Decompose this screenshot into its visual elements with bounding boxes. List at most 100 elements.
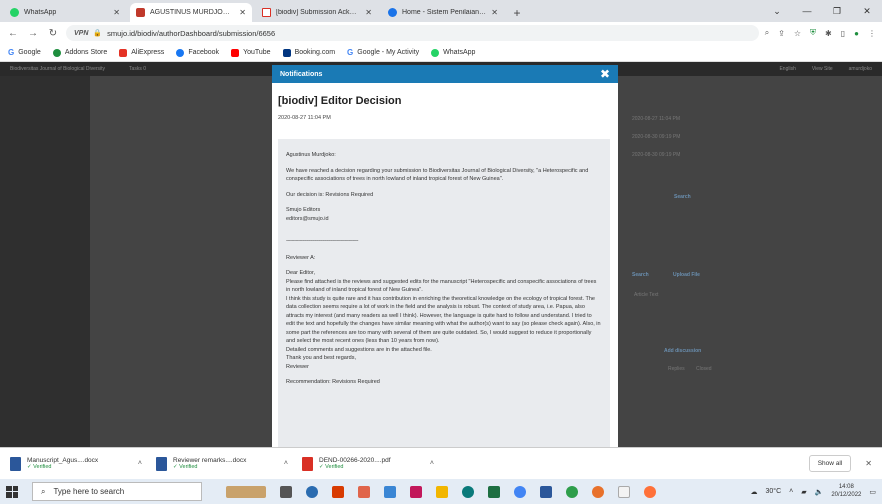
addons-icon [52,48,61,57]
recommendation: Recommendation: Revisions Required [286,379,380,386]
tab-search-icon[interactable]: ⌄ [762,0,792,22]
bookmark-label: Facebook [188,49,220,56]
tasks-label: Tasks [129,66,142,72]
app-q2-icon[interactable] [566,485,578,498]
minimize-icon[interactable]: — [792,0,822,22]
modal-header-title: Notifications [280,70,323,78]
forward-icon[interactable]: → [26,28,40,39]
close-icon[interactable]: ✕ [491,8,498,17]
taskbar-search[interactable]: ⌕ Type here to search [32,482,202,501]
facebook-icon [176,48,185,57]
file-explorer-icon[interactable] [436,485,448,498]
document-icon[interactable] [618,485,630,498]
tab-smujo[interactable]: AGUSTINUS MURDJOKO, Hetero ✕ [130,3,252,22]
excel-icon[interactable] [488,485,500,498]
modal-title: [biodiv] Editor Decision [278,95,402,107]
tab-strip: WhatsApp ✕ AGUSTINUS MURDJOKO, Hetero ✕ … [0,0,882,22]
bookmark-star-icon[interactable]: ☆ [794,29,801,38]
reload-icon[interactable]: ↻ [46,28,60,39]
maximize-icon[interactable]: ❐ [822,0,852,22]
app-orange-icon[interactable] [592,485,604,498]
close-icon[interactable]: ✕ [865,459,872,468]
clock[interactable]: 14:08 20/12/2022 [831,484,861,500]
app-q-icon[interactable] [462,485,474,498]
task-view-icon[interactable] [280,485,292,498]
chrome-icon[interactable] [514,485,526,498]
bookmark-whatsapp[interactable]: WhatsApp [431,48,475,57]
notification-icon[interactable]: ▭ [869,488,876,496]
window-controls: ⌄ — ❐ ✕ [762,0,882,22]
taskbar-apps [226,485,656,498]
news-widget-icon[interactable] [226,485,266,498]
extensions-icon[interactable]: ✱ [825,29,832,38]
review-line: I think this study is quite rare and it … [286,295,601,345]
bookmark-google[interactable]: G Google [8,48,41,57]
weather-text[interactable]: 30°C [766,488,782,495]
share-icon[interactable]: ⇪ [778,29,785,38]
shield-icon[interactable]: ⛨ [810,28,816,38]
profile-icon[interactable]: ● [854,29,859,38]
notification-modal: Notifications ✖ [biodiv] Editor Decision… [272,65,618,447]
bookmark-addons-store[interactable]: Addons Store [52,48,107,57]
review-salutation: Dear Editor, [286,270,316,277]
show-all-button[interactable]: Show all [808,455,852,472]
close-icon[interactable]: ✕ [113,8,120,17]
download-item[interactable]: DEND-00266-2020....pdf ✓ Verified ˄ [302,456,434,471]
sidepanel-icon[interactable]: ▯ [841,29,845,38]
tab-spak[interactable]: Home - Sistem Penilaian Angka ✕ [382,3,504,22]
calendar-icon[interactable] [358,485,370,498]
google-icon: G [347,48,354,57]
tab-whatsapp[interactable]: WhatsApp ✕ [4,3,126,22]
tab-gmail[interactable]: [biodiv] Submission Acknowledg ✕ [256,3,378,22]
bookmark-label: Google - My Activity [357,49,420,56]
windows-start-icon[interactable] [6,485,18,498]
download-text: Manuscript_Agus....docx ✓ Verified [27,457,98,470]
page-sidebar [0,76,90,447]
download-filename: DEND-00266-2020....pdf [319,457,391,464]
bookmark-aliexpress[interactable]: AliExpress [119,48,165,57]
app-r-icon[interactable] [306,485,318,498]
powerpoint-icon[interactable] [332,485,344,498]
network-icon[interactable]: ▰ [801,488,806,496]
address-bar[interactable]: VPN 🔒 smujo.id/biodiv/authorDashboard/su… [66,25,759,41]
user-link: amurdjoko [848,66,872,72]
bookmark-facebook[interactable]: Facebook [176,48,220,57]
download-filename: Manuscript_Agus....docx [27,457,99,464]
word-file-icon [10,456,21,471]
back-icon[interactable]: ← [6,28,20,39]
clock-date: 20/12/2022 [831,491,862,498]
firefox-icon[interactable] [644,485,656,498]
bg-search: Search [674,194,691,200]
bookmark-booking[interactable]: Booking.com [282,48,335,57]
lock-icon[interactable]: 🔒 [93,29,102,37]
download-item[interactable]: Reviewer remarks....docx ✓ Verified ˄ [156,456,288,471]
vpn-badge[interactable]: VPN [74,30,88,37]
download-filename: Reviewer remarks....docx [173,457,247,464]
site-header-right: English View Site amurdjoko [779,66,872,72]
search-placeholder: Type here to search [53,487,125,496]
url-text[interactable]: smujo.id/biodiv/authorDashboard/submissi… [107,29,275,38]
close-icon[interactable]: ✕ [239,8,246,17]
zoom-icon[interactable]: ⌕ [765,28,769,38]
volume-icon[interactable]: 🔈 [815,488,824,496]
tray-chevron-icon[interactable]: ˄ [789,488,793,495]
message-body: Agustinus Murdjoko: We have reached a de… [278,139,610,447]
new-tab-button[interactable]: + [508,3,526,22]
bookmark-my-activity[interactable]: G Google - My Activity [347,48,419,57]
chevron-up-icon[interactable]: ˄ [430,460,434,467]
close-icon[interactable]: ✖ [600,67,610,81]
bookmark-label: AliExpress [131,49,165,56]
weather-icon[interactable]: ☁ [751,488,758,496]
chevron-up-icon[interactable]: ˄ [138,460,142,467]
chevron-up-icon[interactable]: ˄ [284,460,288,467]
download-item[interactable]: Manuscript_Agus....docx ✓ Verified ˄ [10,456,142,471]
decision-text: Our decision is: Revisions Required [286,191,374,198]
word-icon[interactable] [540,485,552,498]
menu-icon[interactable]: ⋮ [868,29,876,38]
media-icon[interactable] [410,485,422,498]
toolbar-icons: ⌕ ⇪ ☆ ⛨ ✱ ▯ ● ⋮ [765,28,876,38]
mail-icon[interactable] [384,485,396,498]
close-icon[interactable]: ✕ [365,8,372,17]
bookmark-youtube[interactable]: YouTube [231,48,271,57]
close-window-icon[interactable]: ✕ [852,0,882,22]
